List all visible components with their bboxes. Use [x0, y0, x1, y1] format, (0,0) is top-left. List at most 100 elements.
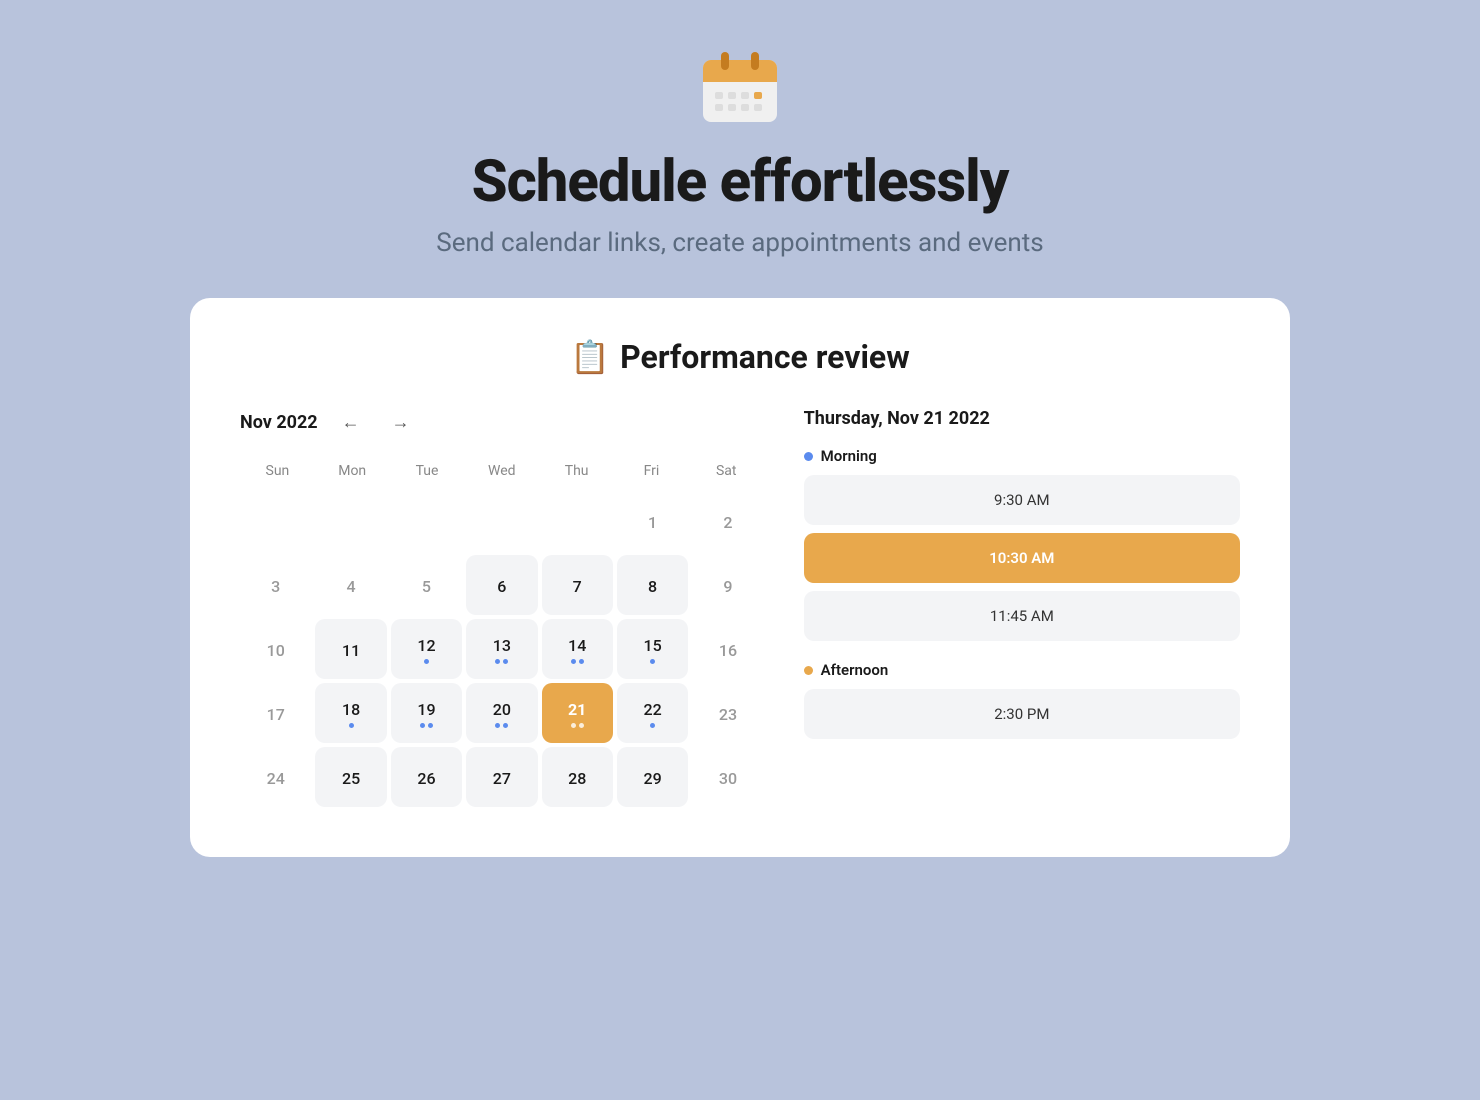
dot-indicator — [571, 723, 576, 728]
calendar-layout: Nov 2022 ← → SunMonTueWedThuFriSat 12345… — [240, 408, 1240, 807]
calendar-day-cell: 9 — [692, 555, 763, 615]
calendar-day-cell[interactable]: 19 — [391, 683, 462, 743]
calendar-day-cell[interactable]: 7 — [542, 555, 613, 615]
calendar-day-cell[interactable]: 14 — [542, 619, 613, 679]
calendar-day-cell: 24 — [240, 747, 311, 807]
calendar-day-cell: 3 — [240, 555, 311, 615]
dot-indicator — [571, 659, 576, 664]
day-number: 22 — [643, 700, 661, 719]
day-dots — [495, 659, 508, 664]
day-dots — [650, 659, 655, 664]
calendar-day-cell: 16 — [692, 619, 763, 679]
scheduling-card: 📋 Performance review Nov 2022 ← → SunMon… — [190, 298, 1290, 857]
day-dots — [571, 659, 584, 664]
calendar-day-cell[interactable]: 27 — [466, 747, 537, 807]
calendar-day-cell: 5 — [391, 555, 462, 615]
time-group-label: Morning — [804, 447, 1240, 465]
day-dots — [349, 723, 354, 728]
time-group-name: Afternoon — [821, 661, 889, 679]
weekday-label: Wed — [464, 457, 539, 485]
day-number: 14 — [568, 636, 586, 655]
card-emoji: 📋 — [570, 338, 610, 376]
card-title: 📋 Performance review — [570, 338, 909, 376]
day-number: 21 — [568, 700, 586, 719]
calendar-day-cell: 10 — [240, 619, 311, 679]
day-number: 15 — [643, 636, 661, 655]
dot-indicator — [420, 723, 425, 728]
calendar-day-cell[interactable]: 11 — [315, 619, 386, 679]
dot-indicator — [503, 659, 508, 664]
day-number: 13 — [493, 636, 511, 655]
time-slot[interactable]: 2:30 PM — [804, 689, 1240, 739]
calendar-day-cell[interactable]: 28 — [542, 747, 613, 807]
calendar-day-cell[interactable]: 25 — [315, 747, 386, 807]
calendar-day-cell: 2 — [692, 491, 763, 551]
calendar-days: 1234567891011121314151617181920212223242… — [240, 491, 764, 807]
day-number: 24 — [267, 769, 285, 788]
day-number: 11 — [342, 641, 360, 660]
dot-indicator — [428, 723, 433, 728]
calendar-day-cell[interactable]: 29 — [617, 747, 688, 807]
page-subtitle: Send calendar links, create appointments… — [436, 228, 1043, 258]
day-number: 25 — [342, 769, 360, 788]
next-month-button[interactable]: → — [384, 408, 418, 437]
weekday-label: Mon — [315, 457, 390, 485]
day-number: 18 — [342, 700, 360, 719]
time-group-name: Morning — [821, 447, 877, 465]
dot-indicator — [650, 659, 655, 664]
calendar-day-cell[interactable]: 18 — [315, 683, 386, 743]
calendar-weekdays: SunMonTueWedThuFriSat — [240, 457, 764, 485]
calendar-icon — [695, 40, 785, 130]
day-number: 7 — [573, 577, 582, 596]
calendar-day-cell[interactable]: 21 — [542, 683, 613, 743]
day-number: 2 — [723, 513, 732, 532]
calendar-day-cell[interactable]: 13 — [466, 619, 537, 679]
day-number: 29 — [643, 769, 661, 788]
dot-indicator — [349, 723, 354, 728]
calendar-day-cell[interactable]: 20 — [466, 683, 537, 743]
day-number: 9 — [723, 577, 732, 596]
group-dot-indicator — [804, 666, 813, 675]
day-number: 26 — [417, 769, 435, 788]
dot-indicator — [579, 659, 584, 664]
day-dots — [495, 723, 508, 728]
time-group: Morning 9:30 AM 10:30 AM 11:45 AM — [804, 447, 1240, 641]
calendar-day-cell[interactable]: 15 — [617, 619, 688, 679]
calendar-day-cell: 17 — [240, 683, 311, 743]
day-number: 27 — [493, 769, 511, 788]
prev-month-button[interactable]: ← — [334, 408, 368, 437]
weekday-label: Thu — [539, 457, 614, 485]
day-number: 23 — [719, 705, 737, 724]
time-slot[interactable]: 10:30 AM — [804, 533, 1240, 583]
calendar-day-cell — [542, 491, 613, 551]
group-dot-indicator — [804, 452, 813, 461]
day-dots — [420, 723, 433, 728]
calendar-day-cell[interactable]: 8 — [617, 555, 688, 615]
calendar-day-cell[interactable]: 26 — [391, 747, 462, 807]
day-dots — [424, 659, 429, 664]
time-group-label: Afternoon — [804, 661, 1240, 679]
time-slot[interactable]: 9:30 AM — [804, 475, 1240, 525]
calendar-day-cell — [240, 491, 311, 551]
timeslots-groups: Morning 9:30 AM 10:30 AM 11:45 AM Afternoon 2… — [804, 447, 1240, 739]
dot-indicator — [495, 723, 500, 728]
day-number: 30 — [719, 769, 737, 788]
day-dots — [650, 723, 655, 728]
time-slot[interactable]: 11:45 AM — [804, 591, 1240, 641]
day-number: 4 — [347, 577, 356, 596]
day-number: 12 — [417, 636, 435, 655]
weekday-label: Sat — [689, 457, 764, 485]
timeslots-date: Thursday, Nov 21 2022 — [804, 408, 1240, 429]
calendar-grid: SunMonTueWedThuFriSat 123456789101112131… — [240, 457, 764, 807]
page-title: Schedule effortlessly — [472, 148, 1009, 216]
dot-indicator — [424, 659, 429, 664]
calendar-day-cell: 4 — [315, 555, 386, 615]
day-number: 16 — [719, 641, 737, 660]
day-number: 20 — [493, 700, 511, 719]
calendar-day-cell[interactable]: 6 — [466, 555, 537, 615]
weekday-label: Tue — [390, 457, 465, 485]
day-number: 17 — [267, 705, 285, 724]
day-number: 3 — [271, 577, 280, 596]
calendar-day-cell[interactable]: 22 — [617, 683, 688, 743]
calendar-day-cell[interactable]: 12 — [391, 619, 462, 679]
